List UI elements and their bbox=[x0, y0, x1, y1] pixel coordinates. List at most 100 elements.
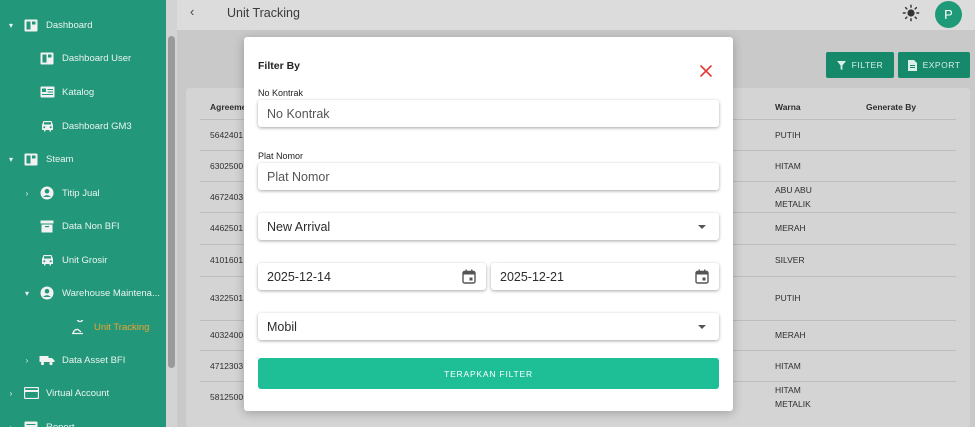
plat-nomor-placeholder: Plat Nomor bbox=[267, 169, 330, 184]
table-cell-agreement: 5812500 bbox=[210, 391, 244, 402]
modal-title: Filter By bbox=[258, 60, 301, 72]
sidebar-item-label: Unit Tracking bbox=[94, 321, 150, 333]
sidebar-item-unit-grosir[interactable]: Unit Grosir bbox=[22, 250, 107, 270]
vehicle-type-select-value: Mobil bbox=[267, 319, 297, 334]
chevron-down-icon[interactable]: ▾ bbox=[6, 155, 16, 164]
chevron-right-icon[interactable]: › bbox=[22, 356, 32, 365]
sidebar-item-label: Report bbox=[46, 421, 75, 427]
table-cell-warna: ABU ABU METALIK bbox=[775, 184, 812, 209]
table-cell-agreement: 6302500 bbox=[210, 160, 244, 171]
table-cell-agreement: 4712303 bbox=[210, 360, 244, 371]
chevron-down-icon bbox=[698, 325, 706, 329]
status-select[interactable]: New Arrival bbox=[258, 213, 719, 240]
avatar[interactable]: P bbox=[935, 1, 962, 28]
sidebar-scroll-thumb[interactable] bbox=[168, 36, 175, 368]
truck-icon bbox=[39, 353, 55, 367]
dashboard-icon bbox=[23, 152, 39, 166]
table-cell-warna: MERAH bbox=[775, 330, 806, 340]
chevron-right-icon[interactable]: › bbox=[22, 189, 32, 198]
column-header-generate-by: Generate By bbox=[866, 102, 917, 112]
no-kontrak-label: No Kontrak bbox=[258, 88, 304, 98]
sidebar-item-label: Dashboard bbox=[46, 19, 93, 31]
date-to-value: 2025-12-21 bbox=[500, 269, 564, 284]
tracking-icon bbox=[71, 319, 87, 334]
calendar-icon[interactable] bbox=[695, 269, 709, 284]
sidebar-item-dashboard[interactable]: ▾ Dashboard bbox=[6, 15, 92, 35]
sidebar-item-label: Titip Jual bbox=[62, 187, 100, 199]
sidebar-item-dashboard-gm3[interactable]: Dashboard GM3 bbox=[22, 116, 132, 136]
dashboard-icon bbox=[39, 51, 55, 65]
sidebar-item-report[interactable]: › Report bbox=[6, 417, 75, 427]
catalog-icon bbox=[39, 85, 55, 99]
table-cell-warna: PUTIH bbox=[775, 293, 801, 303]
back-icon[interactable]: ‹ bbox=[190, 4, 194, 19]
apply-filter-label: TERAPKAN FILTER bbox=[444, 368, 533, 379]
table-cell-agreement: 5642401 bbox=[210, 129, 244, 140]
car-icon bbox=[39, 119, 55, 133]
export-button-label: EXPORT bbox=[922, 60, 961, 70]
vehicle-type-select[interactable]: Mobil bbox=[258, 313, 719, 340]
calendar-icon[interactable] bbox=[462, 269, 476, 284]
archive-icon bbox=[39, 219, 55, 233]
sidebar: ▾ Dashboard Dashboard User Katalog Dashboard… bbox=[0, 0, 177, 427]
table-cell-warna: HITAM bbox=[775, 360, 801, 371]
sidebar-item-warehouse-maintena[interactable]: ▾ Warehouse Maintena... bbox=[22, 283, 160, 303]
date-from-input[interactable]: 2025-12-14 bbox=[258, 263, 486, 290]
sidebar-item-katalog[interactable]: Katalog bbox=[22, 82, 94, 102]
table-cell-warna: PUTIH bbox=[775, 129, 801, 140]
document-icon bbox=[907, 59, 917, 71]
export-button[interactable]: EXPORT bbox=[898, 52, 970, 78]
page-title: Unit Tracking bbox=[227, 6, 300, 20]
apply-filter-button[interactable]: TERAPKAN FILTER bbox=[258, 358, 719, 389]
table-cell-warna: HITAM bbox=[775, 160, 801, 171]
chevron-right-icon[interactable]: › bbox=[6, 389, 16, 398]
status-select-value: New Arrival bbox=[267, 219, 331, 234]
sidebar-item-unit-tracking[interactable]: Unit Tracking bbox=[54, 317, 149, 337]
report-icon bbox=[23, 420, 39, 427]
chevron-down-icon[interactable]: ▾ bbox=[22, 289, 32, 298]
no-kontrak-input[interactable]: No Kontrak bbox=[258, 100, 719, 127]
no-kontrak-placeholder: No Kontrak bbox=[267, 106, 330, 121]
chevron-right-icon[interactable]: › bbox=[6, 423, 16, 427]
table-cell-agreement: 4462501 bbox=[210, 223, 244, 233]
card-icon bbox=[23, 386, 39, 400]
car-icon bbox=[39, 253, 55, 267]
sidebar-item-label: Dashboard GM3 bbox=[62, 120, 132, 132]
date-to-input[interactable]: 2025-12-21 bbox=[491, 263, 719, 290]
sidebar-item-label: Data Non BFI bbox=[62, 220, 120, 232]
sidebar-item-label: Unit Grosir bbox=[62, 254, 108, 266]
sidebar-item-label: Dashboard User bbox=[62, 52, 132, 64]
sidebar-item-label: Steam bbox=[46, 153, 74, 165]
table-cell-agreement: 4101601 bbox=[210, 255, 244, 265]
sidebar-item-label: Warehouse Maintena... bbox=[62, 287, 160, 299]
table-cell-agreement: 4032400 bbox=[210, 330, 244, 340]
date-from-value: 2025-12-14 bbox=[267, 269, 331, 284]
theme-toggle-icon[interactable] bbox=[902, 4, 920, 22]
sidebar-item-dashboard-user[interactable]: Dashboard User bbox=[22, 48, 131, 68]
sidebar-item-label: Virtual Account bbox=[46, 387, 110, 399]
chevron-down-icon bbox=[698, 225, 706, 229]
person-icon bbox=[39, 286, 55, 300]
table-cell-agreement: 4672403 bbox=[210, 191, 244, 202]
sidebar-item-virtual-account[interactable]: › Virtual Account bbox=[6, 383, 109, 403]
filter-icon bbox=[836, 60, 846, 70]
sidebar-item-steam[interactable]: ▾ Steam bbox=[6, 149, 73, 169]
filter-button[interactable]: FILTER bbox=[826, 52, 894, 78]
filter-modal: Filter By No Kontrak No Kontrak Plat Nom… bbox=[244, 37, 733, 411]
sidebar-item-data-asset-bfi[interactable]: › Data Asset BFI bbox=[22, 350, 126, 370]
column-header-agreement: Agreeme bbox=[210, 102, 247, 112]
plat-nomor-input[interactable]: Plat Nomor bbox=[258, 163, 719, 190]
column-header-warna: Warna bbox=[775, 102, 801, 112]
table-cell-warna: SILVER bbox=[775, 255, 805, 265]
close-icon[interactable] bbox=[699, 64, 713, 78]
sidebar-item-label: Data Asset BFI bbox=[62, 354, 126, 366]
table-cell-warna: MERAH bbox=[775, 223, 806, 233]
person-icon bbox=[39, 186, 55, 200]
table-cell-warna: HITAM METALIK bbox=[775, 384, 811, 409]
sidebar-item-titip-jual[interactable]: › Titip Jual bbox=[22, 183, 100, 203]
filter-button-label: FILTER bbox=[851, 60, 884, 70]
sidebar-item-data-non-bfi[interactable]: Data Non BFI bbox=[22, 216, 120, 236]
chevron-down-icon[interactable]: ▾ bbox=[6, 21, 16, 30]
table-cell-agreement: 4322501 bbox=[210, 293, 244, 303]
sidebar-item-label: Katalog bbox=[62, 86, 95, 98]
